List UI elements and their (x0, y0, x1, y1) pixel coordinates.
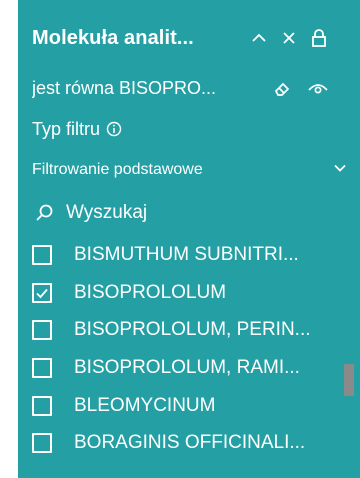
lock-icon[interactable] (308, 27, 330, 49)
search-icon (34, 202, 56, 224)
list-item-label: BISOPROLOLUM, PERIN... (74, 319, 311, 341)
list-item[interactable]: BORAGINIS OFFICINALI... (32, 424, 344, 462)
checkbox[interactable] (32, 395, 52, 416)
filter-summary: jest równa BISOPRO... (32, 74, 354, 102)
checkmark-icon (36, 288, 48, 298)
search-box[interactable]: Wyszukaj (34, 198, 147, 228)
checkbox[interactable] (32, 433, 52, 454)
filter-card: Molekuła analit... jest równa BISOPRO...… (18, 0, 360, 478)
close-icon[interactable] (278, 27, 300, 49)
checkbox[interactable] (32, 357, 52, 378)
filter-summary-text: jest równa BISOPRO... (32, 77, 217, 98)
filter-card-header: Molekuła analit... (32, 22, 354, 54)
list-item-label: BISOPROLOLUM (74, 281, 227, 303)
filter-title: Molekuła analit... (32, 26, 194, 49)
chevron-down-icon (332, 160, 348, 181)
list-item-label: BLEOMYCINUM (74, 394, 216, 416)
checkbox[interactable] (32, 320, 52, 341)
list-item[interactable]: BISOPROLOLUM, RAMI... (32, 349, 344, 387)
list-item-label: BISMUTHUM SUBNITRI... (74, 243, 299, 265)
dropdown-selected: Filtrowanie podstawowe (32, 161, 203, 178)
value-list: BISMUTHUM SUBNITRI... BISOPROLOLUM BISOP… (32, 236, 344, 462)
list-item[interactable]: BLEOMYCINUM (32, 387, 344, 425)
scrollbar-thumb[interactable] (344, 364, 354, 396)
eraser-icon[interactable] (270, 76, 294, 100)
list-item[interactable]: BISOPROLOLUM (32, 274, 344, 312)
list-item[interactable]: BISOPROLOLUM, PERIN... (32, 311, 344, 349)
list-item-label: BORAGINIS OFFICINALI... (74, 432, 306, 454)
checkbox[interactable] (32, 244, 52, 265)
checkbox-checked[interactable] (32, 282, 52, 303)
eye-icon[interactable] (306, 76, 330, 100)
info-icon[interactable] (106, 121, 122, 137)
search-input[interactable]: Wyszukaj (66, 202, 147, 224)
header-actions (240, 27, 330, 49)
list-item[interactable]: BISMUTHUM SUBNITRI... (32, 236, 344, 274)
filter-type: Typ filtru (32, 116, 122, 142)
chevron-up-icon[interactable] (248, 27, 270, 49)
filter-type-dropdown[interactable]: Filtrowanie podstawowe (32, 156, 348, 184)
list-item-label: BISOPROLOLUM, RAMI... (74, 356, 300, 378)
filter-type-label: Typ filtru (32, 118, 101, 139)
